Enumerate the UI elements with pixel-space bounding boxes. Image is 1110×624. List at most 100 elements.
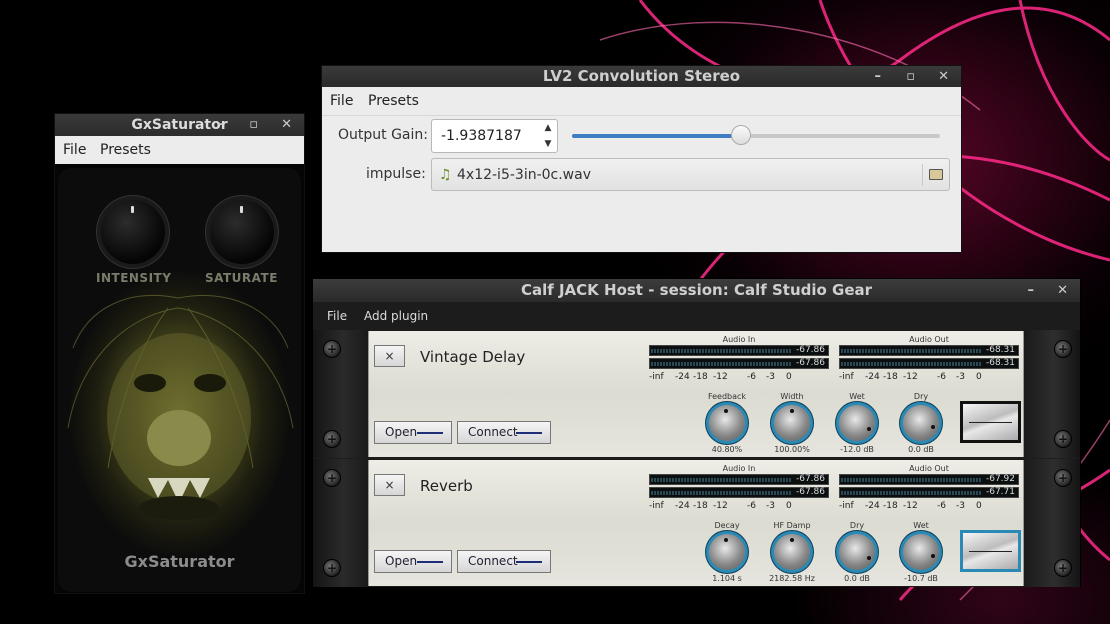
remove-plugin-button[interactable]: × bbox=[374, 474, 405, 496]
scale-tick: -6 bbox=[937, 501, 946, 511]
spin-down-icon[interactable]: ▼ bbox=[541, 137, 555, 152]
saturate-label: SATURATE bbox=[205, 271, 278, 285]
maximize-button[interactable]: ▫ bbox=[906, 66, 915, 87]
scale-tick: -18 bbox=[693, 372, 708, 382]
knob-value: 2182.58 Hz bbox=[769, 574, 815, 583]
plugin-body: INTENSITY SATURATE GxSaturator bbox=[55, 164, 304, 593]
impulse-file-chooser[interactable]: ♫ 4x12-i5-3in-0c.wav bbox=[431, 158, 950, 191]
close-button[interactable]: ✕ bbox=[938, 66, 949, 87]
scale-tick: -inf bbox=[649, 372, 664, 382]
plugin-name: Vintage Delay bbox=[420, 348, 526, 366]
meter-value: -67.92 bbox=[985, 474, 1015, 484]
dry-knob[interactable] bbox=[903, 405, 939, 441]
menu-bar: File Add plugin bbox=[313, 302, 1080, 330]
scale-tick: -24 bbox=[675, 501, 690, 511]
knob-label: Dry bbox=[849, 521, 865, 530]
remove-plugin-button[interactable]: × bbox=[374, 345, 405, 367]
output-gain-slider[interactable] bbox=[572, 125, 940, 145]
menu-file[interactable]: File bbox=[63, 136, 86, 164]
scale-tick: -3 bbox=[956, 501, 965, 511]
title-bar[interactable]: Calf JACK Host - session: Calf Studio Ge… bbox=[313, 279, 1080, 302]
knob-label: Feedback bbox=[707, 392, 747, 401]
scale-tick: -6 bbox=[747, 501, 756, 511]
menu-file[interactable]: File bbox=[327, 302, 347, 330]
scale-tick: -24 bbox=[675, 372, 690, 382]
pedal-panel: INTENSITY SATURATE GxSaturator bbox=[58, 168, 301, 592]
slider-handle[interactable] bbox=[731, 125, 752, 145]
knob-label: Wet bbox=[913, 521, 929, 530]
bypass-toggle[interactable] bbox=[960, 530, 1021, 572]
scale-tick: -inf bbox=[839, 372, 854, 382]
scale-tick: -3 bbox=[766, 501, 775, 511]
plugin-strip: + + + + × Vintage Delay Open Connect Audio In -67… bbox=[313, 330, 1080, 458]
minimize-button[interactable]: – bbox=[1028, 279, 1035, 302]
open-button[interactable]: Open bbox=[374, 421, 452, 444]
level-meter: -67.86 bbox=[649, 487, 829, 498]
plugin-faceplate: × Reverb Open Connect Audio In -67.86 -67.86 -i… bbox=[368, 460, 1024, 586]
close-button[interactable]: ✕ bbox=[1057, 279, 1068, 302]
scale-tick: -18 bbox=[883, 501, 898, 511]
scale-tick: -6 bbox=[937, 372, 946, 382]
close-button[interactable]: ✕ bbox=[281, 114, 292, 136]
menu-bar: File Presets bbox=[322, 87, 961, 116]
meter-value: -67.86 bbox=[795, 474, 825, 484]
plugin-faceplate: × Vintage Delay Open Connect Audio In -67.86 -… bbox=[368, 331, 1024, 457]
output-gain-value[interactable]: -1.9387187 bbox=[441, 128, 522, 144]
knob-label: Dry bbox=[913, 392, 929, 401]
knob-label: Decay bbox=[714, 521, 740, 530]
connect-label: Connect bbox=[468, 425, 518, 439]
audio-in-label: Audio In bbox=[722, 464, 756, 473]
connect-button[interactable]: Connect bbox=[457, 550, 551, 573]
scale-tick: -12 bbox=[713, 501, 728, 511]
plugin-strip: + + + + × Reverb Open Connect Audio In -67.86 -67.… bbox=[313, 459, 1080, 587]
connect-button[interactable]: Connect bbox=[457, 421, 551, 444]
meter-value: -67.71 bbox=[985, 487, 1015, 497]
bypass-toggle[interactable] bbox=[960, 401, 1021, 443]
knob-value: -12.0 dB bbox=[840, 445, 874, 454]
minimize-button[interactable]: – bbox=[218, 114, 225, 136]
rack-screw-icon: + bbox=[323, 559, 341, 577]
window-title: GxSaturator bbox=[131, 117, 228, 133]
open-label: Open bbox=[385, 425, 418, 439]
folder-icon[interactable] bbox=[929, 169, 943, 180]
decay-knob[interactable] bbox=[709, 534, 745, 570]
audio-out-label: Audio Out bbox=[909, 464, 949, 473]
scale-tick: 0 bbox=[786, 372, 792, 382]
title-bar[interactable]: GxSaturator – ▫ ✕ bbox=[55, 114, 304, 136]
open-button[interactable]: Open bbox=[374, 550, 452, 573]
meter-value: -67.86 bbox=[795, 345, 825, 355]
scale-tick: 0 bbox=[786, 501, 792, 511]
window-title: LV2 Convolution Stereo bbox=[542, 67, 741, 85]
feedback-knob[interactable] bbox=[709, 405, 745, 441]
rack-screw-icon: + bbox=[1054, 340, 1072, 358]
impulse-filename: 4x12-i5-3in-0c.wav bbox=[457, 167, 591, 183]
width-knob[interactable] bbox=[774, 405, 810, 441]
impulse-label: impulse: bbox=[366, 166, 426, 182]
menu-presets[interactable]: Presets bbox=[368, 87, 419, 116]
dry-knob[interactable] bbox=[839, 534, 875, 570]
spin-up-icon[interactable]: ▲ bbox=[541, 121, 555, 136]
knob-value: 0.0 dB bbox=[908, 445, 934, 454]
knob-value: 40.80% bbox=[711, 445, 743, 454]
wet-knob[interactable] bbox=[903, 534, 939, 570]
wet-knob[interactable] bbox=[839, 405, 875, 441]
saturate-knob[interactable] bbox=[210, 200, 274, 264]
rack-screw-icon: + bbox=[323, 430, 341, 448]
rack-screw-icon: + bbox=[323, 469, 341, 487]
meter-value: -68.31 bbox=[985, 345, 1015, 355]
minimize-button[interactable]: – bbox=[875, 66, 882, 87]
level-meter: -67.92 bbox=[839, 474, 1019, 485]
scale-tick: -6 bbox=[747, 372, 756, 382]
level-meter: -67.71 bbox=[839, 487, 1019, 498]
menu-presets[interactable]: Presets bbox=[100, 136, 151, 164]
menu-add-plugin[interactable]: Add plugin bbox=[364, 302, 428, 330]
output-gain-spinbox[interactable]: -1.9387187 ▲ ▼ bbox=[431, 119, 558, 153]
maximize-button[interactable]: ▫ bbox=[249, 114, 258, 136]
meter-value: -67.86 bbox=[795, 487, 825, 497]
scale-tick: -12 bbox=[713, 372, 728, 382]
hf-damp-knob[interactable] bbox=[774, 534, 810, 570]
intensity-knob[interactable] bbox=[101, 200, 165, 264]
menu-file[interactable]: File bbox=[330, 87, 353, 116]
knob-label: Wet bbox=[849, 392, 865, 401]
title-bar[interactable]: LV2 Convolution Stereo – ▫ ✕ bbox=[322, 66, 961, 87]
